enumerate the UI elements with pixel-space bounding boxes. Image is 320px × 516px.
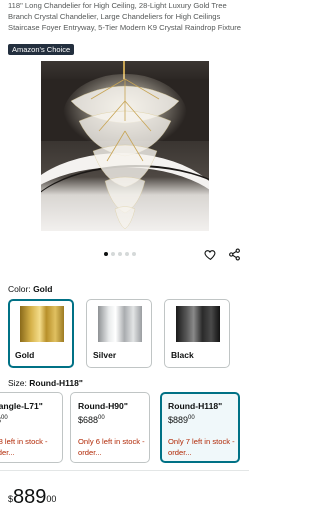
size-option-stock: Only 6 left in stock - order... <box>78 437 145 457</box>
pagination-dot[interactable] <box>118 252 122 256</box>
size-label: Size: <box>8 378 27 388</box>
size-selector-label: Size: Round-H118" <box>8 378 83 389</box>
selected-color: Gold <box>33 284 53 294</box>
color-option-gold[interactable]: Gold <box>8 299 74 368</box>
price-cents: 00 <box>1 415 8 421</box>
product-title: 118" Long Chandelier for High Ceiling, 2… <box>8 1 241 32</box>
price-whole: $889 <box>168 415 189 425</box>
size-option-price: 9800 <box>0 415 8 425</box>
color-option-label: Black <box>171 350 194 360</box>
black-swatch-image <box>176 306 220 342</box>
pagination-dot[interactable] <box>111 252 115 256</box>
color-option-label: Gold <box>15 350 35 360</box>
price-cents: 00 <box>188 415 195 421</box>
color-label: Color: <box>8 284 31 294</box>
silver-swatch-image <box>98 306 142 342</box>
divider <box>0 470 249 471</box>
price-whole: $688 <box>78 415 99 425</box>
size-option-price: $68800 <box>78 415 105 425</box>
amazons-choice-badge[interactable]: Amazon's Choice <box>8 44 75 55</box>
size-option-stock: ly 8 left in stock - order... <box>0 437 48 457</box>
heart-icon[interactable] <box>204 248 217 261</box>
gold-swatch-image <box>20 306 64 342</box>
image-pagination[interactable] <box>104 252 136 256</box>
color-option-black[interactable]: Black <box>164 299 230 368</box>
color-option-label: Silver <box>93 350 117 360</box>
size-option-name: ctangle-L71" <box>0 401 43 411</box>
size-option-name: Round-H118" <box>168 401 223 411</box>
share-icon[interactable] <box>228 248 241 261</box>
color-selector-label: Color: Gold <box>8 284 52 295</box>
size-options-carousel[interactable]: ctangle-L71" 9800 ly 8 left in stock - o… <box>0 392 249 467</box>
pagination-dot[interactable] <box>132 252 136 256</box>
size-option-name: Round-H90" <box>78 401 128 411</box>
product-price: $88900 <box>8 486 56 508</box>
size-option-stock: Only 7 left in stock - order... <box>168 437 235 457</box>
size-option-round-h90[interactable]: Round-H90" $68800 Only 6 left in stock -… <box>70 392 150 463</box>
pagination-dot-active[interactable] <box>104 252 108 256</box>
size-option-price: $88900 <box>168 415 195 425</box>
selected-size: Round-H118" <box>29 378 83 388</box>
price-cents: 00 <box>98 415 105 421</box>
price-cents: 00 <box>46 494 57 504</box>
price-whole: 889 <box>13 486 47 508</box>
size-option-rectangle[interactable]: ctangle-L71" 9800 ly 8 left in stock - o… <box>0 392 63 463</box>
product-image[interactable] <box>41 61 209 231</box>
price-symbol: $ <box>8 494 14 504</box>
chandelier-crystals <box>63 74 187 230</box>
color-option-silver[interactable]: Silver <box>86 299 152 368</box>
pagination-dot[interactable] <box>125 252 129 256</box>
size-option-round-h118[interactable]: Round-H118" $88900 Only 7 left in stock … <box>160 392 240 463</box>
